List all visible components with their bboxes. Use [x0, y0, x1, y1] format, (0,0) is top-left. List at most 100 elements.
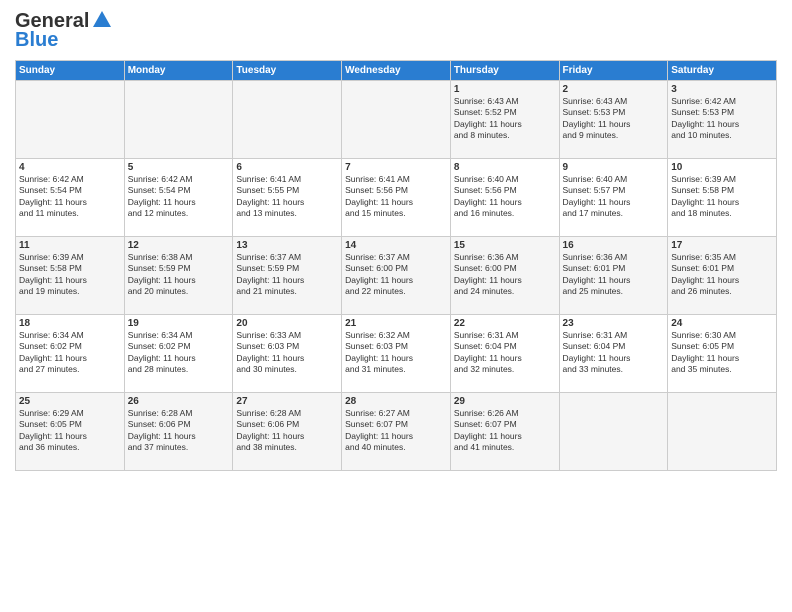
- logo: General Blue: [15, 10, 113, 52]
- calendar-cell: 17Sunrise: 6:35 AMSunset: 6:01 PMDayligh…: [668, 237, 777, 315]
- day-number: 4: [19, 162, 121, 173]
- day-info: Sunrise: 6:42 AMSunset: 5:54 PMDaylight:…: [19, 174, 121, 220]
- logo-blue-text: Blue: [15, 29, 58, 52]
- calendar-cell: [124, 81, 233, 159]
- calendar-table: SundayMondayTuesdayWednesdayThursdayFrid…: [15, 60, 777, 471]
- day-of-week-header: Wednesday: [342, 61, 451, 81]
- calendar-week-row: 25Sunrise: 6:29 AMSunset: 6:05 PMDayligh…: [16, 393, 777, 471]
- day-number: 13: [236, 240, 338, 251]
- day-info: Sunrise: 6:35 AMSunset: 6:01 PMDaylight:…: [671, 252, 773, 298]
- calendar-cell: 24Sunrise: 6:30 AMSunset: 6:05 PMDayligh…: [668, 315, 777, 393]
- day-number: 27: [236, 396, 338, 407]
- calendar-header: SundayMondayTuesdayWednesdayThursdayFrid…: [16, 61, 777, 81]
- day-number: 11: [19, 240, 121, 251]
- day-info: Sunrise: 6:34 AMSunset: 6:02 PMDaylight:…: [19, 330, 121, 376]
- calendar-week-row: 1Sunrise: 6:43 AMSunset: 5:52 PMDaylight…: [16, 81, 777, 159]
- calendar-container: General Blue SundayMondayTuesdayWednesda…: [0, 0, 792, 612]
- day-number: 6: [236, 162, 338, 173]
- calendar-cell: 15Sunrise: 6:36 AMSunset: 6:00 PMDayligh…: [450, 237, 559, 315]
- header: General Blue: [15, 10, 777, 52]
- day-number: 5: [128, 162, 230, 173]
- day-number: 17: [671, 240, 773, 251]
- day-info: Sunrise: 6:43 AMSunset: 5:52 PMDaylight:…: [454, 96, 556, 142]
- calendar-cell: 25Sunrise: 6:29 AMSunset: 6:05 PMDayligh…: [16, 393, 125, 471]
- day-info: Sunrise: 6:29 AMSunset: 6:05 PMDaylight:…: [19, 408, 121, 454]
- day-info: Sunrise: 6:34 AMSunset: 6:02 PMDaylight:…: [128, 330, 230, 376]
- calendar-cell: 29Sunrise: 6:26 AMSunset: 6:07 PMDayligh…: [450, 393, 559, 471]
- day-number: 22: [454, 318, 556, 329]
- calendar-cell: 8Sunrise: 6:40 AMSunset: 5:56 PMDaylight…: [450, 159, 559, 237]
- day-number: 15: [454, 240, 556, 251]
- day-info: Sunrise: 6:26 AMSunset: 6:07 PMDaylight:…: [454, 408, 556, 454]
- day-number: 3: [671, 84, 773, 95]
- day-number: 16: [563, 240, 665, 251]
- calendar-week-row: 4Sunrise: 6:42 AMSunset: 5:54 PMDaylight…: [16, 159, 777, 237]
- day-info: Sunrise: 6:33 AMSunset: 6:03 PMDaylight:…: [236, 330, 338, 376]
- calendar-cell: 27Sunrise: 6:28 AMSunset: 6:06 PMDayligh…: [233, 393, 342, 471]
- calendar-cell: 22Sunrise: 6:31 AMSunset: 6:04 PMDayligh…: [450, 315, 559, 393]
- calendar-cell: 23Sunrise: 6:31 AMSunset: 6:04 PMDayligh…: [559, 315, 668, 393]
- calendar-cell: 26Sunrise: 6:28 AMSunset: 6:06 PMDayligh…: [124, 393, 233, 471]
- calendar-cell: [342, 81, 451, 159]
- calendar-cell: [668, 393, 777, 471]
- day-number: 21: [345, 318, 447, 329]
- day-info: Sunrise: 6:37 AMSunset: 6:00 PMDaylight:…: [345, 252, 447, 298]
- day-of-week-header: Sunday: [16, 61, 125, 81]
- day-of-week-header: Friday: [559, 61, 668, 81]
- calendar-cell: [559, 393, 668, 471]
- day-info: Sunrise: 6:42 AMSunset: 5:53 PMDaylight:…: [671, 96, 773, 142]
- calendar-body: 1Sunrise: 6:43 AMSunset: 5:52 PMDaylight…: [16, 81, 777, 471]
- day-number: 26: [128, 396, 230, 407]
- calendar-cell: 16Sunrise: 6:36 AMSunset: 6:01 PMDayligh…: [559, 237, 668, 315]
- calendar-week-row: 18Sunrise: 6:34 AMSunset: 6:02 PMDayligh…: [16, 315, 777, 393]
- day-of-week-header: Saturday: [668, 61, 777, 81]
- calendar-cell: 12Sunrise: 6:38 AMSunset: 5:59 PMDayligh…: [124, 237, 233, 315]
- day-number: 24: [671, 318, 773, 329]
- calendar-cell: 3Sunrise: 6:42 AMSunset: 5:53 PMDaylight…: [668, 81, 777, 159]
- days-of-week-row: SundayMondayTuesdayWednesdayThursdayFrid…: [16, 61, 777, 81]
- day-info: Sunrise: 6:32 AMSunset: 6:03 PMDaylight:…: [345, 330, 447, 376]
- day-info: Sunrise: 6:36 AMSunset: 6:01 PMDaylight:…: [563, 252, 665, 298]
- calendar-cell: [16, 81, 125, 159]
- logo-icon: [91, 9, 113, 31]
- day-number: 8: [454, 162, 556, 173]
- day-info: Sunrise: 6:28 AMSunset: 6:06 PMDaylight:…: [236, 408, 338, 454]
- day-info: Sunrise: 6:31 AMSunset: 6:04 PMDaylight:…: [454, 330, 556, 376]
- day-number: 7: [345, 162, 447, 173]
- day-info: Sunrise: 6:43 AMSunset: 5:53 PMDaylight:…: [563, 96, 665, 142]
- calendar-cell: 5Sunrise: 6:42 AMSunset: 5:54 PMDaylight…: [124, 159, 233, 237]
- day-number: 1: [454, 84, 556, 95]
- day-number: 23: [563, 318, 665, 329]
- calendar-cell: 11Sunrise: 6:39 AMSunset: 5:58 PMDayligh…: [16, 237, 125, 315]
- day-info: Sunrise: 6:40 AMSunset: 5:57 PMDaylight:…: [563, 174, 665, 220]
- day-number: 10: [671, 162, 773, 173]
- day-info: Sunrise: 6:42 AMSunset: 5:54 PMDaylight:…: [128, 174, 230, 220]
- day-info: Sunrise: 6:30 AMSunset: 6:05 PMDaylight:…: [671, 330, 773, 376]
- day-number: 25: [19, 396, 121, 407]
- calendar-cell: 9Sunrise: 6:40 AMSunset: 5:57 PMDaylight…: [559, 159, 668, 237]
- calendar-cell: 10Sunrise: 6:39 AMSunset: 5:58 PMDayligh…: [668, 159, 777, 237]
- calendar-cell: 1Sunrise: 6:43 AMSunset: 5:52 PMDaylight…: [450, 81, 559, 159]
- calendar-cell: 13Sunrise: 6:37 AMSunset: 5:59 PMDayligh…: [233, 237, 342, 315]
- day-number: 29: [454, 396, 556, 407]
- day-number: 14: [345, 240, 447, 251]
- day-number: 18: [19, 318, 121, 329]
- calendar-cell: 20Sunrise: 6:33 AMSunset: 6:03 PMDayligh…: [233, 315, 342, 393]
- calendar-week-row: 11Sunrise: 6:39 AMSunset: 5:58 PMDayligh…: [16, 237, 777, 315]
- day-info: Sunrise: 6:27 AMSunset: 6:07 PMDaylight:…: [345, 408, 447, 454]
- calendar-cell: 7Sunrise: 6:41 AMSunset: 5:56 PMDaylight…: [342, 159, 451, 237]
- day-number: 20: [236, 318, 338, 329]
- day-info: Sunrise: 6:36 AMSunset: 6:00 PMDaylight:…: [454, 252, 556, 298]
- day-of-week-header: Monday: [124, 61, 233, 81]
- calendar-cell: 6Sunrise: 6:41 AMSunset: 5:55 PMDaylight…: [233, 159, 342, 237]
- day-number: 12: [128, 240, 230, 251]
- calendar-cell: 18Sunrise: 6:34 AMSunset: 6:02 PMDayligh…: [16, 315, 125, 393]
- calendar-cell: 21Sunrise: 6:32 AMSunset: 6:03 PMDayligh…: [342, 315, 451, 393]
- day-info: Sunrise: 6:39 AMSunset: 5:58 PMDaylight:…: [671, 174, 773, 220]
- day-info: Sunrise: 6:28 AMSunset: 6:06 PMDaylight:…: [128, 408, 230, 454]
- day-info: Sunrise: 6:38 AMSunset: 5:59 PMDaylight:…: [128, 252, 230, 298]
- day-info: Sunrise: 6:39 AMSunset: 5:58 PMDaylight:…: [19, 252, 121, 298]
- day-number: 9: [563, 162, 665, 173]
- calendar-cell: [233, 81, 342, 159]
- day-number: 28: [345, 396, 447, 407]
